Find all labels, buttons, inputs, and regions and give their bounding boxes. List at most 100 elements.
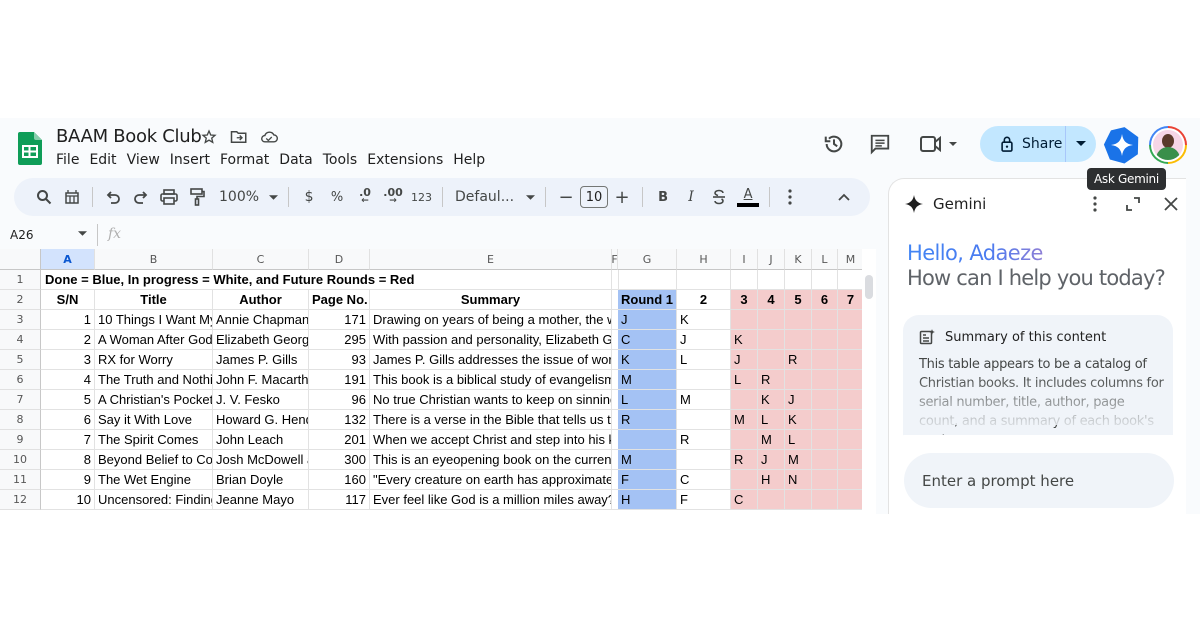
cell-round-6[interactable] bbox=[812, 430, 838, 450]
cell-page-no[interactable]: 132 bbox=[309, 410, 370, 430]
cell[interactable] bbox=[731, 270, 758, 290]
share-dropdown-caret-icon[interactable] bbox=[1066, 126, 1096, 162]
cell-round-5[interactable] bbox=[785, 330, 812, 350]
share-button[interactable]: Share bbox=[980, 126, 1096, 162]
column-header-a[interactable]: A bbox=[41, 249, 95, 270]
cell-round-4[interactable] bbox=[758, 490, 785, 510]
text-color-button[interactable]: A bbox=[733, 183, 763, 211]
legend-cell[interactable]: Done = Blue, In progress = White, and Fu… bbox=[41, 270, 612, 290]
column-header-h[interactable]: H bbox=[677, 249, 731, 270]
strikethrough-icon[interactable] bbox=[705, 183, 733, 211]
menu-help[interactable]: Help bbox=[453, 152, 493, 168]
cell[interactable] bbox=[758, 270, 785, 290]
decrease-decimal-button[interactable]: .0 ← bbox=[351, 183, 379, 211]
cell-sn[interactable]: 6 bbox=[41, 410, 95, 430]
cell-title[interactable]: The Wet Engine bbox=[95, 470, 213, 490]
name-box[interactable]: A26 bbox=[10, 228, 33, 242]
row-header[interactable]: 11 bbox=[0, 470, 41, 490]
cell-page-no[interactable]: 295 bbox=[309, 330, 370, 350]
cell-round-6[interactable] bbox=[812, 470, 838, 490]
menu-file[interactable]: File bbox=[56, 152, 87, 168]
cell-round-3[interactable]: K bbox=[731, 330, 758, 350]
meet-icon[interactable] bbox=[918, 132, 960, 156]
cell[interactable] bbox=[812, 270, 838, 290]
more-options-icon[interactable] bbox=[776, 183, 804, 211]
format-percent-button[interactable]: % bbox=[323, 183, 351, 211]
star-icon[interactable] bbox=[200, 128, 218, 146]
cell-round-3[interactable]: J bbox=[731, 350, 758, 370]
cell-summary[interactable]: There is a verse in the Bible that tells… bbox=[370, 410, 612, 430]
cell-summary[interactable]: When we accept Christ and step into his … bbox=[370, 430, 612, 450]
column-header-i[interactable]: I bbox=[731, 249, 758, 270]
cell-round-4[interactable]: M bbox=[758, 430, 785, 450]
cell-round-6[interactable] bbox=[812, 310, 838, 330]
cell-round-7[interactable] bbox=[838, 390, 862, 410]
cell[interactable] bbox=[785, 270, 812, 290]
bold-button[interactable]: B bbox=[649, 183, 677, 211]
cell-round-2[interactable]: M bbox=[677, 390, 731, 410]
cell-round-5[interactable]: N bbox=[785, 470, 812, 490]
cell-sn[interactable]: 7 bbox=[41, 430, 95, 450]
cell-author[interactable]: Elizabeth George bbox=[213, 330, 309, 350]
cell-round-7[interactable] bbox=[838, 310, 862, 330]
cell-page-no[interactable]: 201 bbox=[309, 430, 370, 450]
header-summary[interactable]: Summary bbox=[370, 290, 612, 310]
undo-icon[interactable] bbox=[99, 183, 127, 211]
sheets-logo-icon[interactable] bbox=[18, 132, 42, 165]
cell-author[interactable]: John F. Macarthu bbox=[213, 370, 309, 390]
increase-font-size-icon[interactable]: + bbox=[608, 183, 636, 211]
cell-round-3[interactable] bbox=[731, 390, 758, 410]
zoom-select[interactable]: 100% bbox=[211, 183, 282, 211]
menu-format[interactable]: Format bbox=[220, 152, 277, 168]
column-header-m[interactable]: M bbox=[838, 249, 862, 270]
cell-summary[interactable]: James P. Gills addresses the issue of wo… bbox=[370, 350, 612, 370]
cell-title[interactable]: A Christian's Pocket bbox=[95, 390, 213, 410]
cell-round-5[interactable] bbox=[785, 310, 812, 330]
cell-sn[interactable]: 5 bbox=[41, 390, 95, 410]
cell-round-2[interactable] bbox=[677, 370, 731, 390]
cell-author[interactable]: John Leach bbox=[213, 430, 309, 450]
cell-author[interactable]: Brian Doyle bbox=[213, 470, 309, 490]
cell-sn[interactable]: 3 bbox=[41, 350, 95, 370]
cell-round-7[interactable] bbox=[838, 430, 862, 450]
cell-round-2[interactable]: K bbox=[677, 310, 731, 330]
header-round-4[interactable]: 4 bbox=[758, 290, 785, 310]
cell-page-no[interactable]: 93 bbox=[309, 350, 370, 370]
cell-round-5[interactable]: R bbox=[785, 350, 812, 370]
cell-round-7[interactable] bbox=[838, 410, 862, 430]
cell-round-4[interactable]: L bbox=[758, 410, 785, 430]
cell-round-4[interactable]: R bbox=[758, 370, 785, 390]
user-avatar[interactable] bbox=[1149, 126, 1187, 164]
column-header-d[interactable]: D bbox=[309, 249, 370, 270]
cell-round-6[interactable] bbox=[812, 410, 838, 430]
header-author[interactable]: Author bbox=[213, 290, 309, 310]
header-round-3[interactable]: 3 bbox=[731, 290, 758, 310]
cell-round-2[interactable]: C bbox=[677, 470, 731, 490]
cell[interactable] bbox=[618, 270, 677, 290]
cell-page-no[interactable]: 96 bbox=[309, 390, 370, 410]
cell-round-6[interactable] bbox=[812, 370, 838, 390]
cell-round-5[interactable]: L bbox=[785, 430, 812, 450]
cell-round-7[interactable] bbox=[838, 490, 862, 510]
menu-insert[interactable]: Insert bbox=[170, 152, 218, 168]
cell-round-1[interactable] bbox=[618, 430, 677, 450]
cell-round-3[interactable]: C bbox=[731, 490, 758, 510]
cell-round-6[interactable] bbox=[812, 390, 838, 410]
row-header[interactable]: 8 bbox=[0, 410, 41, 430]
cell-round-3[interactable]: L bbox=[731, 370, 758, 390]
select-all-corner[interactable] bbox=[0, 249, 41, 270]
version-history-icon[interactable] bbox=[822, 132, 846, 156]
ask-gemini-button[interactable] bbox=[1103, 126, 1141, 164]
cell-round-5[interactable]: J bbox=[785, 390, 812, 410]
header-round-2[interactable]: 2 bbox=[677, 290, 731, 310]
cell-title[interactable]: The Truth and Nothir bbox=[95, 370, 213, 390]
header-round-6[interactable]: 6 bbox=[812, 290, 838, 310]
cell-round-4[interactable] bbox=[758, 310, 785, 330]
cell-round-1[interactable]: J bbox=[618, 310, 677, 330]
cell-round-1[interactable]: M bbox=[618, 450, 677, 470]
row-header[interactable]: 3 bbox=[0, 310, 41, 330]
column-header-k[interactable]: K bbox=[785, 249, 812, 270]
italic-button[interactable]: I bbox=[677, 183, 705, 211]
menu-view[interactable]: View bbox=[127, 152, 168, 168]
name-box-caret-icon[interactable] bbox=[78, 231, 87, 236]
